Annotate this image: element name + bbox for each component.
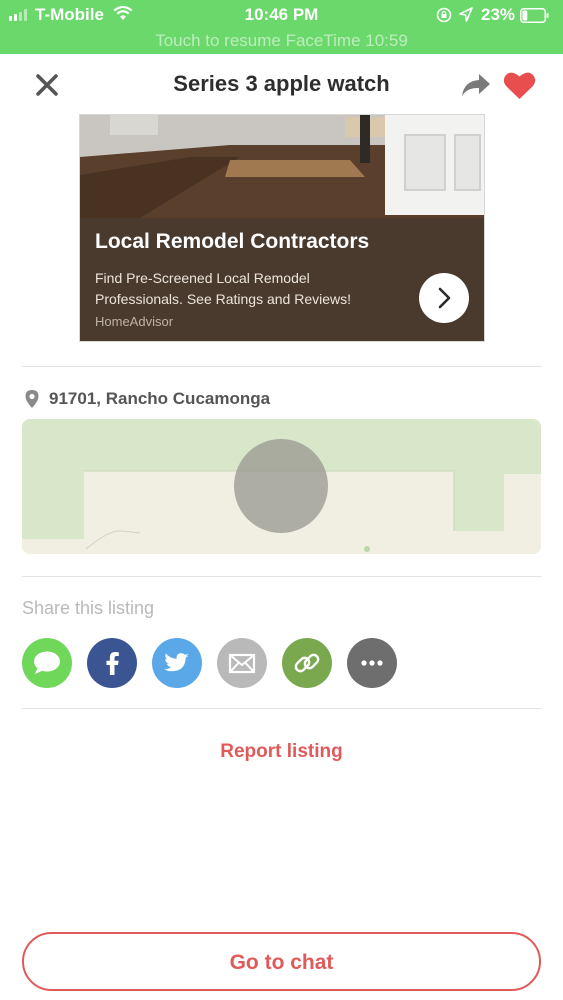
ad-next-button[interactable]: [419, 273, 469, 323]
status-time: 10:46 PM: [244, 5, 319, 24]
ad-body: Find Pre-Screened Local Remodel Professi…: [95, 270, 352, 307]
battery-icon: [520, 8, 549, 23]
ad-photo: [80, 115, 484, 218]
battery-percent: 23%: [481, 5, 516, 24]
link-icon: [294, 653, 320, 673]
ad-banner[interactable]: Local Remodel Contractors Find Pre-Scree…: [79, 114, 485, 342]
share-copy-link-button[interactable]: [282, 638, 332, 688]
ad-brand: HomeAdvisor: [95, 314, 174, 329]
rotation-lock-icon: [436, 7, 452, 23]
speech-bubble-icon: [34, 651, 60, 674]
share-twitter-button[interactable]: [152, 638, 202, 688]
share-messages-button[interactable]: [22, 638, 72, 688]
divider: [22, 366, 542, 367]
share-facebook-button[interactable]: [87, 638, 137, 688]
facetime-banner[interactable]: Touch to resume FaceTime 10:59: [0, 31, 563, 51]
heart-icon[interactable]: [503, 70, 536, 100]
location-map[interactable]: [22, 419, 541, 554]
status-bar: T-Mobile 10:46 PM 23% Touch to resume Fa…: [0, 0, 563, 54]
ad-panel: Local Remodel Contractors Find Pre-Scree…: [80, 218, 484, 341]
location-text: 91701, Rancho Cucamonga: [49, 389, 271, 408]
ad-title: Local Remodel Contractors: [95, 230, 370, 253]
go-to-chat-label: Go to chat: [229, 951, 334, 974]
share-more-button[interactable]: [347, 638, 397, 688]
report-listing-link[interactable]: Report listing: [0, 741, 563, 763]
share-email-button[interactable]: [217, 638, 267, 688]
share-arrow-icon[interactable]: [461, 72, 491, 98]
envelope-icon: [228, 653, 256, 674]
divider: [22, 708, 542, 709]
chevron-right-icon: [438, 287, 451, 309]
status-row: T-Mobile 10:46 PM 23%: [0, 3, 563, 27]
share-heading: Share this listing: [22, 598, 155, 618]
location-arrow-icon: [459, 7, 473, 22]
twitter-bird-icon: [164, 653, 189, 672]
go-to-chat-button[interactable]: Go to chat: [22, 932, 541, 991]
map-pin-icon: [25, 390, 39, 408]
more-dots-icon: [361, 660, 383, 666]
divider: [22, 576, 542, 577]
listing-header: Series 3 apple watch: [0, 54, 563, 114]
facebook-icon: [106, 652, 119, 675]
